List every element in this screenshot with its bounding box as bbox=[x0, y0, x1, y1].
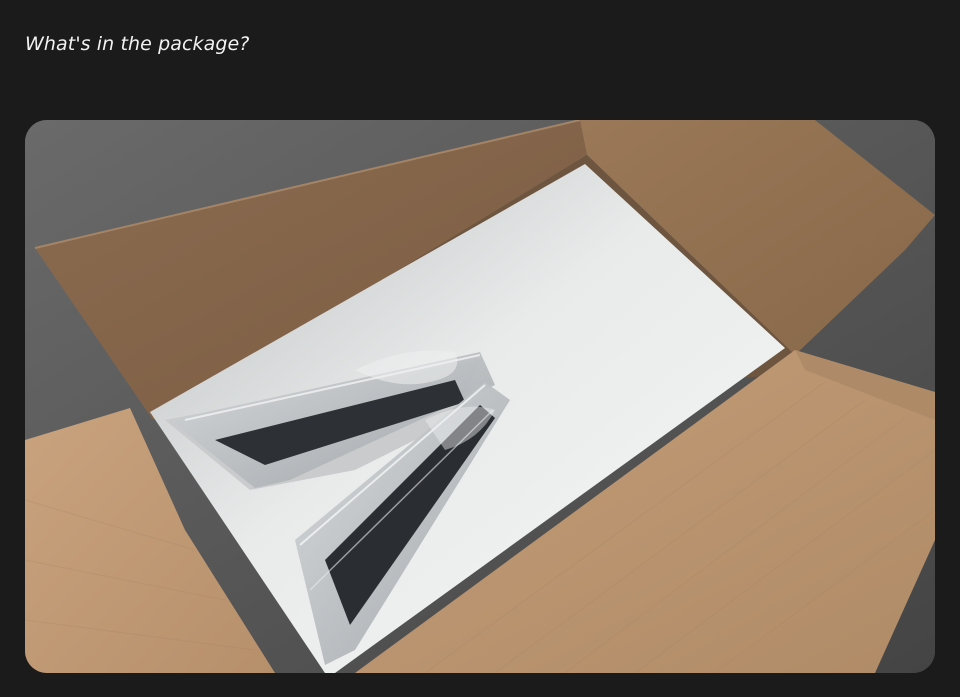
package-photo bbox=[25, 120, 935, 673]
section-heading: What's in the package? bbox=[25, 33, 250, 55]
page: What's in the package? bbox=[0, 0, 960, 697]
package-photo-illustration bbox=[25, 120, 935, 673]
